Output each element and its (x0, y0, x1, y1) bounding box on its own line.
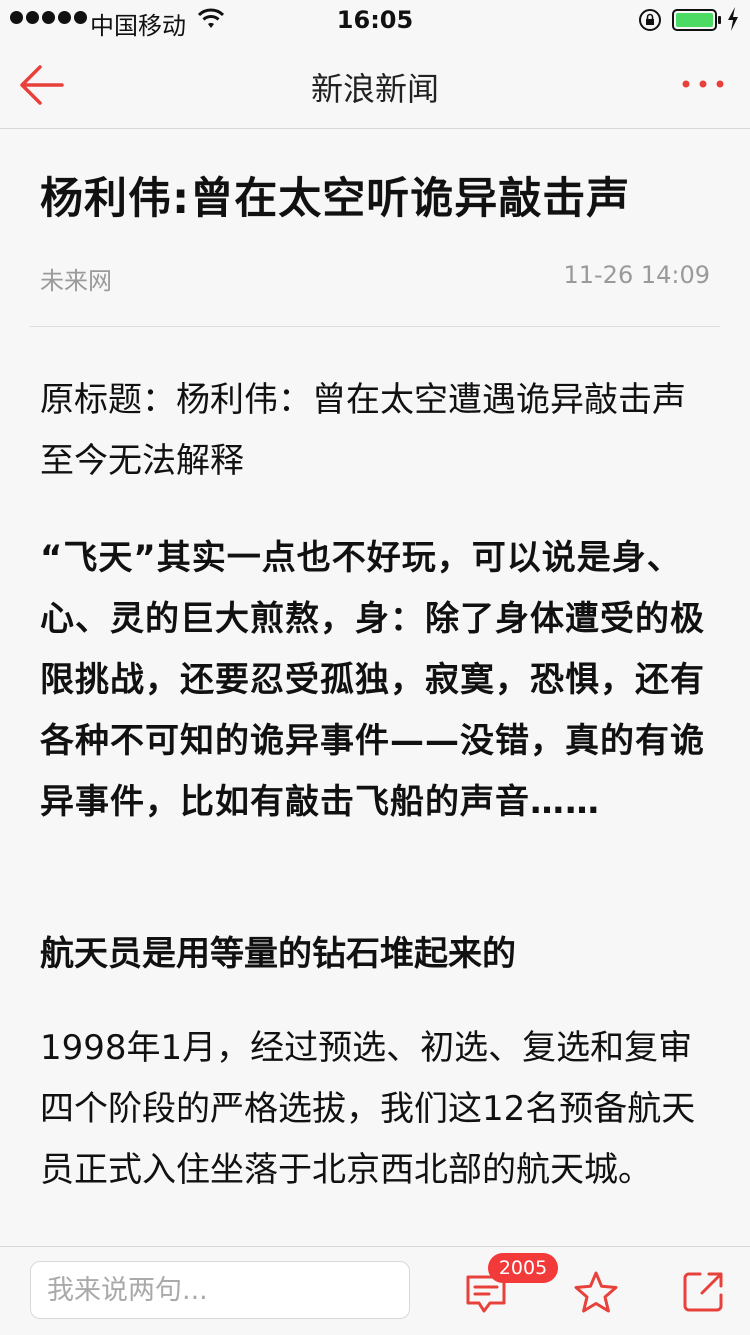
share-icon (683, 1272, 723, 1312)
favorite-button[interactable] (572, 1269, 620, 1317)
bottom-toolbar: 2005 (0, 1246, 750, 1335)
navigation-bar: 新浪新闻 (0, 40, 750, 129)
comment-input[interactable] (30, 1261, 410, 1319)
divider (30, 326, 720, 327)
status-bar: 中国移动 16:05 (0, 0, 750, 40)
charging-icon (726, 6, 740, 32)
share-button[interactable] (680, 1269, 726, 1315)
section-subheading: 航天员是用等量的钻石堆起来的 (40, 934, 516, 974)
paragraph-lead: “飞天”其实一点也不好玩，可以说是身、心、灵的巨大煎熬，身：除了身体遭受的极限挑… (40, 538, 705, 822)
paragraph-body: 1998年1月，经过预选、初选、复选和复审四个阶段的严格选拔，我们这12名预备航… (40, 1028, 696, 1190)
star-icon (574, 1271, 618, 1313)
article-timestamp: 11-26 14:09 (563, 261, 710, 289)
nav-title: 新浪新闻 (310, 70, 439, 108)
comment-count-badge: 2005 (488, 1253, 558, 1283)
rotation-lock-icon (638, 8, 662, 32)
article-headline: 杨利伟:曾在太空听诡异敲击声 (40, 174, 631, 224)
more-dots-icon (682, 80, 724, 88)
article-source[interactable]: 未来网 (40, 261, 112, 296)
more-button[interactable] (676, 62, 730, 106)
article-content: 杨利伟:曾在太空听诡异敲击声 未来网 11-26 14:09 原标题：杨利伟：曾… (0, 130, 750, 1246)
battery-icon (672, 9, 722, 31)
paragraph-original-title: 原标题：杨利伟：曾在太空遭遇诡异敲击声 至今无法解释 (40, 380, 686, 481)
